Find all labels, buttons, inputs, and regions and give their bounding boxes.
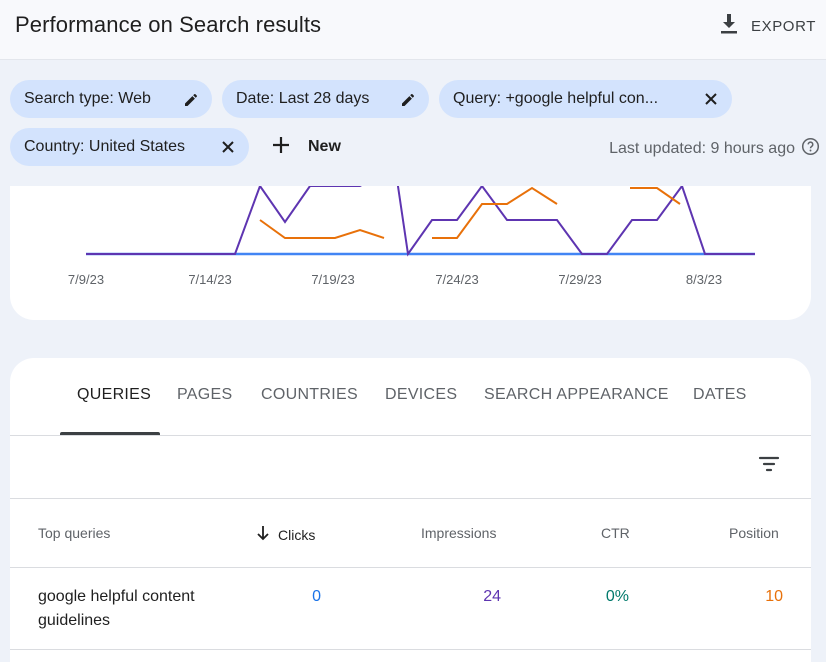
column-header-ctr[interactable]: CTR [601, 525, 630, 541]
table-header-row [10, 499, 811, 568]
column-header-clicks-label: Clicks [278, 526, 316, 543]
last-updated-text: Last updated: 9 hours ago [609, 140, 795, 157]
search-type-chip-label: Search type: Web [24, 90, 151, 107]
ctr-cell: 0% [605, 588, 629, 605]
country-chip-label: Country: United States [24, 138, 185, 155]
country-filter-chip[interactable]: Country: United States [10, 128, 249, 166]
plus-icon [270, 134, 292, 161]
sort-descending-icon [256, 525, 270, 544]
x-tick-label: 8/3/23 [686, 272, 722, 287]
active-tab-indicator [60, 432, 160, 435]
tab-pages[interactable]: PAGES [177, 386, 232, 404]
x-tick-label: 7/14/23 [188, 272, 231, 287]
query-cell[interactable]: google helpful content guidelines [38, 585, 218, 633]
filter-rows-icon[interactable] [757, 452, 781, 481]
performance-chart: 7/9/23 7/14/23 7/19/23 7/24/23 7/29/23 8… [10, 186, 811, 320]
tab-countries[interactable]: COUNTRIES [261, 386, 358, 404]
tab-dates[interactable]: DATES [693, 386, 747, 404]
last-updated-status: Last updated: 9 hours ago [609, 137, 820, 161]
chart-plot: 7/9/23 7/14/23 7/19/23 7/24/23 7/29/23 8… [68, 186, 755, 287]
download-icon [719, 13, 739, 39]
position-cell: 10 [765, 588, 783, 605]
dimension-tabs: QUERIES PAGES COUNTRIES DEVICES SEARCH A… [10, 358, 811, 436]
export-label: EXPORT [750, 17, 816, 35]
position-series-line [259, 219, 385, 239]
x-tick-label: 7/9/23 [68, 272, 104, 287]
date-filter-chip[interactable]: Date: Last 28 days [222, 80, 429, 118]
column-header-clicks[interactable]: Clicks [256, 525, 315, 544]
date-chip-label: Date: Last 28 days [236, 90, 370, 107]
column-header-top-queries[interactable]: Top queries [38, 525, 110, 541]
search-type-filter-chip[interactable]: Search type: Web [10, 80, 212, 118]
column-header-position[interactable]: Position [729, 525, 779, 541]
impressions-series-line [86, 186, 755, 257]
query-filter-chip[interactable]: Query: +google helpful con... [439, 80, 732, 118]
export-button[interactable]: EXPORT [717, 11, 818, 41]
tab-queries[interactable]: QUERIES [77, 386, 151, 404]
position-series-line [630, 187, 681, 205]
page-title: Performance on Search results [15, 12, 322, 37]
query-chip-label: Query: +google helpful con... [453, 90, 659, 107]
data-table-card: QUERIES PAGES COUNTRIES DEVICES SEARCH A… [10, 358, 811, 662]
clicks-cell: 0 [312, 588, 321, 605]
impressions-cell: 24 [483, 588, 501, 605]
position-series-line [432, 186, 558, 239]
x-tick-label: 7/29/23 [558, 272, 601, 287]
tab-devices[interactable]: DEVICES [385, 386, 457, 404]
page-header: Performance on Search results EXPORT [0, 0, 826, 60]
edit-icon[interactable] [399, 90, 417, 108]
table-toolbar [10, 436, 811, 499]
tab-search-appearance[interactable]: SEARCH APPEARANCE [484, 386, 669, 404]
column-header-impressions[interactable]: Impressions [421, 525, 496, 541]
x-tick-label: 7/19/23 [311, 272, 354, 287]
add-filter-button[interactable]: New [270, 128, 341, 166]
x-tick-label: 7/24/23 [435, 272, 478, 287]
edit-icon[interactable] [182, 90, 200, 108]
close-icon[interactable] [219, 138, 237, 156]
new-filter-label: New [308, 138, 341, 155]
close-icon[interactable] [702, 90, 720, 108]
help-icon[interactable] [801, 137, 820, 161]
